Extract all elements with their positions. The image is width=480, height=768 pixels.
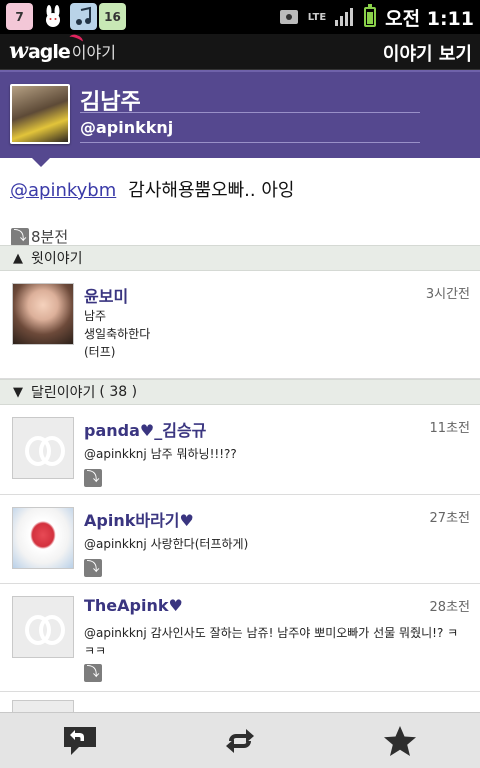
avatar[interactable] [12,417,74,479]
list-item[interactable]: panda♥_김승규 11초전 @apinkknj 남주 뭐하닝!!!?? ⤵ [0,405,480,495]
item-time: 27초전 [429,511,470,526]
triangle-up-icon: ▲ [13,250,23,266]
mention-link[interactable]: @apinkybm [10,180,116,201]
post-message: 감사해용뿜오빠.. 아잉 [128,180,295,201]
item-author[interactable]: TheApink♥ [84,596,183,615]
item-author[interactable]: Apink바라기♥ [84,507,194,531]
logo-brand: agle [27,41,71,63]
item-text: 남주 생일축하한다 (터프) [84,307,464,361]
profile-handle[interactable]: @apinkknj [80,118,173,137]
reply-icon [64,727,96,755]
parent-section-label: 윗이야기 [31,251,83,267]
item-text-line: 남주 [84,309,107,323]
list-item[interactable]: Apink바라기♥ 27초전 @apinkknj 사랑한다(터프하게) ⤵ [0,495,480,584]
item-text-line: 생일축하한다 [84,327,151,341]
avatar[interactable] [12,596,74,658]
item-text: @apinkknj 감사인사도 잘하는 남쥬! 남주야 뽀미오빠가 선물 뭐줬니… [84,626,459,658]
header-pointer [32,158,50,167]
item-author[interactable]: 윤보미 [84,283,128,307]
item-author[interactable]: panda♥_김승규 [84,417,206,441]
item-text: @apinkknj 사랑한다(터프하게) [84,537,249,551]
network-type: LTE [307,11,327,23]
battery-icon [364,4,377,27]
app-bar: w agle 이야기 이야기 보기 [0,32,480,70]
reply-icon[interactable]: ⤵ [84,559,102,577]
item-time: 3시간전 [425,287,470,302]
reply-icon[interactable]: ⤵ [84,664,102,682]
sports-badge: 16 [104,9,121,24]
sim-icon [279,10,298,24]
page-title: 이야기 보기 [382,44,472,65]
list-item[interactable]: TheApink♥ 28초전 @apinkknj 감사인사도 잘하는 남쥬! 남… [0,584,480,692]
avatar[interactable] [12,507,74,569]
replies-section-header[interactable]: ▼ 달린이야기 ( 38 ) [0,379,480,405]
parent-section-header[interactable]: ▲ 윗이야기 [0,245,480,271]
divider [80,142,420,143]
reply-button[interactable] [0,713,160,768]
post-text: @apinkybm 감사해용뿜오빠.. 아잉 [10,176,294,202]
item-text: @apinkknj 남주 뭐하닝!!!?? [84,447,237,461]
favorite-button[interactable] [320,713,480,768]
post-time-label: 8분전 [31,228,69,246]
calendar-icon: 7 [6,3,33,30]
bottom-action-bar [0,712,480,768]
star-icon [384,726,416,756]
list-item[interactable]: 윤보미 3시간전 남주 생일축하한다 (터프) [0,271,480,379]
avatar[interactable] [12,283,74,345]
music-icon [70,3,97,30]
retweet-icon [226,729,254,753]
profile-header: 김남주 @apinkknj [0,70,480,158]
divider [80,112,420,113]
bunny-icon [39,3,66,30]
share-button[interactable] [160,713,320,768]
status-bar: 7 16 LTE 오전 1:11 [0,0,480,34]
list-item[interactable] [0,692,480,762]
default-avatar-icon [25,436,65,466]
replies-section-label: 달린이야기 [31,385,96,401]
wagle-logo[interactable]: w agle 이야기 [9,32,116,64]
item-time: 11초전 [429,421,470,436]
post-timestamp: ⤵ 8분전 [11,226,68,247]
triangle-down-icon: ▼ [13,384,23,400]
signal-wave-icon [67,32,85,47]
avatar[interactable] [10,84,70,144]
signal-icon [335,8,354,26]
replies-count: ( 38 ) [99,384,138,400]
sports-icon: 16 [99,3,126,30]
reply-icon[interactable]: ⤵ [84,469,102,487]
reply-icon[interactable]: ⤵ [11,227,29,246]
calendar-date: 7 [15,9,24,24]
clock: 오전 1:11 [385,7,474,30]
item-text-line: (터프) [84,345,116,359]
item-time: 28초전 [429,600,470,615]
default-avatar-icon [25,615,65,645]
